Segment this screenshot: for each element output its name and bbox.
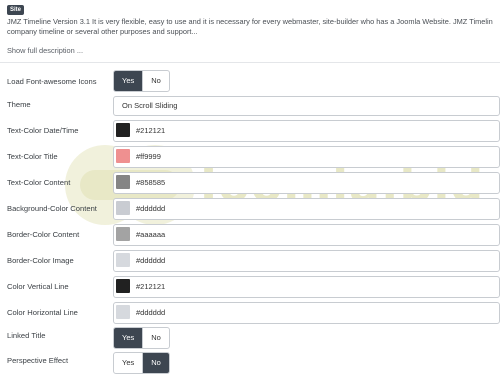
- field-label: Border-Color Content: [7, 230, 80, 239]
- description-line-2: company timeline or several other purpos…: [7, 27, 198, 36]
- color-value: #dddddd: [136, 204, 166, 213]
- field-label: Border-Color Image: [7, 256, 74, 265]
- field-text-color-date: Text-Color Date/Time #212121: [0, 120, 500, 144]
- linked-title-toggle: Yes No: [113, 327, 170, 349]
- color-input[interactable]: #aaaaaa: [113, 224, 500, 246]
- field-perspective-effect: Perspective Effect Yes No: [0, 352, 500, 376]
- color-value: #ff9999: [136, 152, 161, 161]
- field-text-color-title: Text-Color Title #ff9999: [0, 146, 500, 170]
- color-input[interactable]: #ff9999: [113, 146, 500, 168]
- no-option[interactable]: No: [142, 328, 169, 348]
- color-swatch[interactable]: [116, 175, 130, 189]
- color-swatch[interactable]: [116, 123, 130, 137]
- color-swatch[interactable]: [116, 305, 130, 319]
- field-border-color-content: Border-Color Content #aaaaaa: [0, 224, 500, 248]
- field-color-vertical-line: Color Vertical Line #212121: [0, 276, 500, 300]
- field-load-fontawesome: Load Font-awesome Icons Yes No: [0, 70, 500, 94]
- field-label: Color Horizontal Line: [7, 308, 78, 317]
- yes-option[interactable]: Yes: [114, 71, 143, 91]
- field-text-color-content: Text-Color Content #858585: [0, 172, 500, 196]
- description-line-1: JMZ Timeline Version 3.1 It is very flex…: [7, 17, 493, 26]
- field-label: Perspective Effect: [7, 356, 69, 365]
- yes-option[interactable]: Yes: [114, 353, 142, 373]
- field-theme: Theme On Scroll Sliding: [0, 96, 500, 120]
- field-label: Color Vertical Line: [7, 282, 69, 291]
- perspective-toggle: Yes No: [113, 352, 170, 374]
- field-border-color-image: Border-Color Image #dddddd: [0, 250, 500, 274]
- color-value: #dddddd: [136, 256, 166, 265]
- field-label: Linked Title: [7, 331, 46, 340]
- divider: [0, 62, 500, 63]
- color-swatch[interactable]: [116, 279, 130, 293]
- color-value: #dddddd: [136, 308, 166, 317]
- field-bg-color-content: Background-Color Content #dddddd: [0, 198, 500, 222]
- field-label: Load Font-awesome Icons: [7, 77, 97, 86]
- color-input[interactable]: #dddddd: [113, 302, 500, 324]
- color-value: #212121: [136, 126, 166, 135]
- field-label: Background-Color Content: [7, 204, 97, 213]
- site-badge: Site: [7, 5, 25, 15]
- yes-option[interactable]: Yes: [114, 328, 143, 348]
- field-color-horizontal-line: Color Horizontal Line #dddddd: [0, 302, 500, 326]
- color-swatch[interactable]: [116, 227, 130, 241]
- show-full-description-link[interactable]: Show full description ...: [7, 46, 83, 55]
- field-label: Theme: [7, 100, 31, 109]
- field-label: Text-Color Content: [7, 178, 71, 187]
- color-input[interactable]: #858585: [113, 172, 500, 194]
- extension-description: JMZ Timeline Version 3.1 It is very flex…: [7, 17, 493, 37]
- color-value: #858585: [136, 178, 166, 187]
- field-label: Text-Color Title: [7, 152, 58, 161]
- no-option[interactable]: No: [142, 71, 169, 91]
- color-value: #212121: [136, 282, 166, 291]
- color-swatch[interactable]: [116, 149, 130, 163]
- no-option[interactable]: No: [142, 353, 169, 373]
- color-input[interactable]: #dddddd: [113, 250, 500, 272]
- color-swatch[interactable]: [116, 201, 130, 215]
- theme-select[interactable]: On Scroll Sliding: [113, 96, 500, 116]
- color-swatch[interactable]: [116, 253, 130, 267]
- color-value: #aaaaaa: [136, 230, 166, 239]
- color-input[interactable]: #212121: [113, 120, 500, 142]
- color-input[interactable]: #dddddd: [113, 198, 500, 220]
- color-input[interactable]: #212121: [113, 276, 500, 298]
- field-linked-title: Linked Title Yes No: [0, 327, 500, 351]
- fontawesome-toggle: Yes No: [113, 70, 170, 92]
- field-label: Text-Color Date/Time: [7, 126, 79, 135]
